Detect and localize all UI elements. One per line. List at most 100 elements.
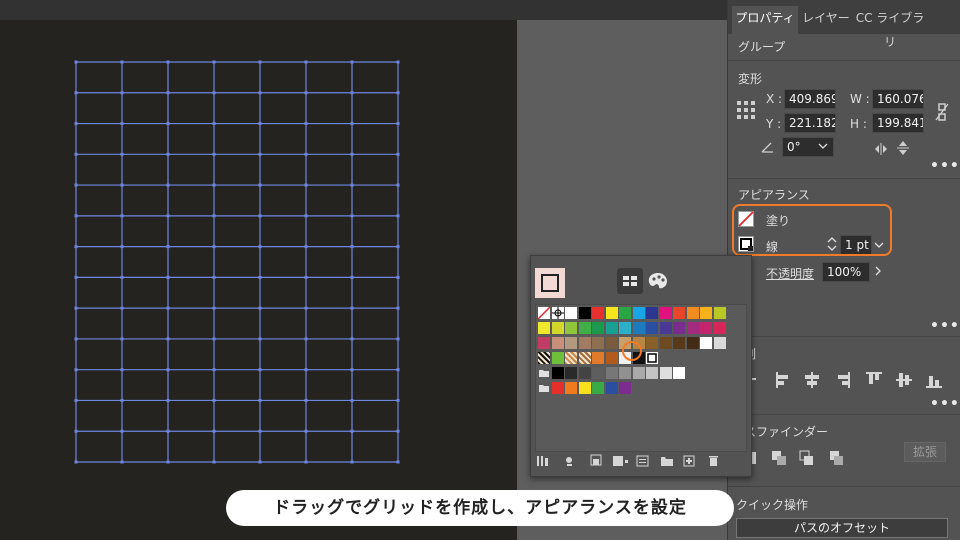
color-swatch[interactable] [592,367,604,379]
swatch-registration[interactable] [551,307,564,319]
swatches-view-icon[interactable] [617,268,643,294]
flip-horizontal-icon[interactable] [874,142,890,156]
chevron-down-icon[interactable] [818,142,828,150]
anchor-point [350,214,354,218]
color-swatch[interactable] [673,337,685,349]
more-options-icon[interactable]: ••• [930,396,960,412]
color-swatch[interactable] [592,352,604,364]
anchor-point [212,306,216,310]
color-swatch[interactable] [605,322,618,334]
color-swatch[interactable] [659,307,672,319]
color-swatch[interactable] [565,337,577,349]
anchor-point [258,368,262,372]
color-swatch[interactable] [592,307,604,319]
color-swatch[interactable] [673,367,685,379]
anchor-point [212,337,216,341]
color-swatch[interactable] [565,322,577,334]
color-swatch[interactable] [551,382,564,394]
swatch-group-folder-icon[interactable] [538,382,550,394]
more-options-icon[interactable]: ••• [930,318,960,334]
rotate-angle-icon [761,142,773,153]
color-swatch[interactable] [605,352,618,364]
anchor-point [212,398,216,402]
color-swatch[interactable] [686,337,699,349]
color-swatch[interactable] [538,337,550,349]
color-swatch[interactable] [619,382,631,394]
more-options-icon[interactable]: ••• [930,158,960,174]
swatch-none[interactable] [537,306,551,320]
color-swatch[interactable] [605,367,618,379]
color-swatch[interactable] [646,307,658,319]
color-swatch[interactable] [700,322,712,334]
color-swatch[interactable] [646,337,658,349]
expand-button[interactable]: 拡張 [904,442,946,462]
divider [728,414,960,415]
opacity-label[interactable]: 不透明度 [766,265,814,282]
color-swatch[interactable] [551,337,564,349]
anchor-point [350,152,354,156]
color-swatch[interactable] [592,337,604,349]
color-swatch[interactable] [659,337,672,349]
color-swatch[interactable] [632,367,645,379]
chevron-right-icon[interactable] [874,266,882,276]
color-swatch[interactable] [659,367,672,379]
color-swatch[interactable] [686,307,699,319]
color-swatch[interactable] [605,307,618,319]
constrain-proportions-icon[interactable] [934,102,950,122]
color-swatch[interactable] [700,307,712,319]
color-swatch[interactable] [619,367,631,379]
color-swatch[interactable] [605,382,618,394]
color-swatch[interactable] [700,337,712,349]
tab-cc-libraries[interactable]: CC ライブラリ [852,6,928,49]
color-swatch[interactable] [551,322,564,334]
swatch-pattern[interactable] [538,352,550,364]
color-swatch[interactable] [686,322,699,334]
color-swatch[interactable] [565,307,577,319]
color-palette-icon[interactable] [647,271,669,291]
color-swatch[interactable] [713,307,726,319]
color-swatch[interactable] [565,367,577,379]
color-swatch[interactable] [565,382,577,394]
y-position-field[interactable]: 221.182 [784,113,836,133]
anchor-point [212,183,216,187]
opacity-field[interactable]: 100% [822,262,870,282]
color-swatch[interactable] [713,322,726,334]
color-swatch[interactable] [673,307,685,319]
color-swatch[interactable] [578,337,591,349]
color-swatch[interactable] [646,322,658,334]
color-swatch[interactable] [632,322,645,334]
color-swatch[interactable] [578,307,591,319]
color-swatch[interactable] [592,322,604,334]
color-swatch[interactable] [673,322,685,334]
color-swatch[interactable] [551,367,564,379]
color-swatch[interactable] [578,322,591,334]
reference-point-icon[interactable] [736,100,756,120]
anchor-point [212,460,216,464]
anchor-point [120,306,124,310]
color-swatch[interactable] [659,322,672,334]
color-swatch[interactable] [713,337,726,349]
tab-layers[interactable]: レイヤー [800,6,852,34]
width-field[interactable]: 160.076 [872,89,924,109]
flip-vertical-icon[interactable] [896,140,910,156]
color-swatch[interactable] [551,352,564,364]
height-field[interactable]: 199.841 [872,113,924,133]
x-position-field[interactable]: 409.869 [784,89,836,109]
anchor-point [350,183,354,187]
anchor-point [396,275,400,279]
color-swatch[interactable] [646,367,658,379]
color-swatch[interactable] [632,307,645,319]
swatch-pattern[interactable] [578,352,591,364]
tab-properties[interactable]: プロパティ [732,6,798,34]
color-swatch[interactable] [619,322,631,334]
color-swatch[interactable] [578,382,591,394]
color-swatch[interactable] [578,367,591,379]
swatch-group-folder-icon[interactable] [538,367,550,379]
swatch-stroke-selected[interactable] [646,352,658,364]
color-swatch[interactable] [619,307,631,319]
offset-path-button[interactable]: パスのオフセット [736,518,948,538]
color-swatch[interactable] [605,337,618,349]
color-swatch[interactable] [538,322,550,334]
swatch-pattern[interactable] [565,352,577,364]
color-swatch[interactable] [592,382,604,394]
